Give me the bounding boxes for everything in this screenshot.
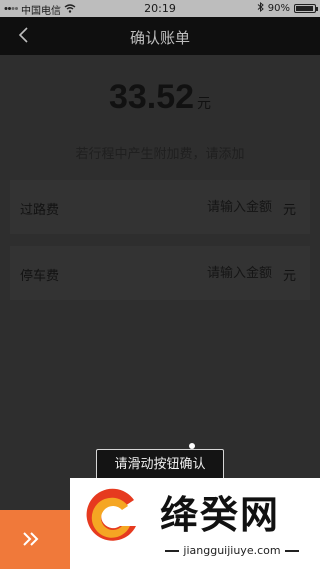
- status-bar: 中国电信 20:19 90%: [0, 0, 320, 17]
- page-title: 确认账单: [129, 29, 190, 47]
- slide-tooltip: 请滑动按钮确认: [96, 449, 224, 481]
- watermark-url: jiangguijiuye.com: [152, 544, 312, 557]
- toll-fee-input[interactable]: [132, 197, 272, 217]
- watermark: 绛癸网 jiangguijiuye.com: [70, 478, 320, 569]
- toll-fee-unit: 元: [282, 203, 296, 218]
- nav-bar: 确认账单: [0, 17, 320, 55]
- slide-confirm-handle[interactable]: [0, 510, 70, 569]
- battery-percent: 90%: [267, 3, 290, 14]
- bluetooth-icon: [257, 1, 264, 15]
- bill-amount-unit: 元: [197, 96, 212, 112]
- double-chevron-right-icon: [23, 532, 39, 546]
- parking-fee-label: 停车费: [20, 269, 60, 284]
- parking-fee-unit: 元: [282, 269, 296, 284]
- bill-amount-row: 33.52 元: [0, 78, 320, 117]
- surcharge-hint: 若行程中产生附加费，请添加: [75, 147, 245, 162]
- bill-amount: 33.52: [108, 78, 195, 116]
- status-right: 90%: [257, 1, 318, 15]
- watermark-brand: 绛癸网: [160, 493, 281, 537]
- fee-row-parking: 停车费 元: [10, 246, 310, 300]
- watermark-logo-icon: [86, 488, 136, 541]
- fee-row-toll: 过路费 元: [10, 180, 310, 234]
- parking-fee-input[interactable]: [132, 263, 272, 283]
- battery-icon: [294, 4, 318, 13]
- toll-fee-label: 过路费: [20, 203, 60, 218]
